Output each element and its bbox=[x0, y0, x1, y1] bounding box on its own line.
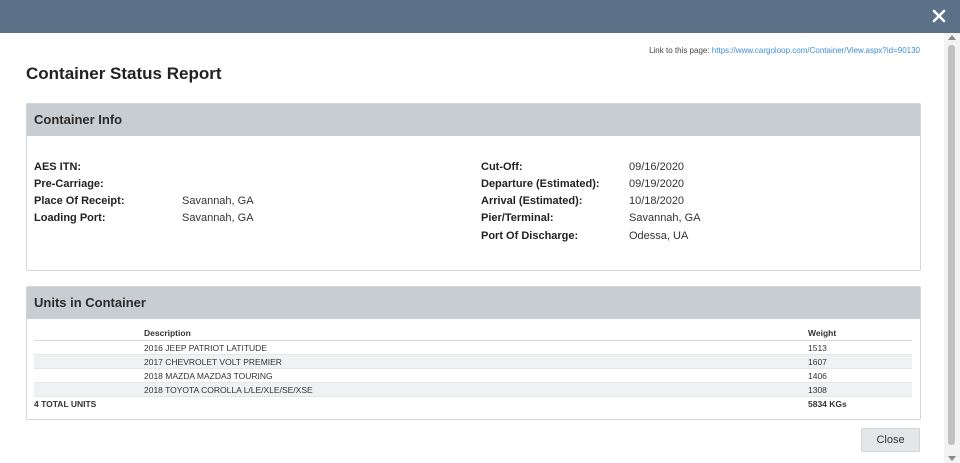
close-x-icon[interactable] bbox=[930, 7, 948, 25]
table-row: 2017 CHEVROLET VOLT PREMIER 1607 bbox=[34, 354, 912, 369]
row-spacer bbox=[34, 368, 144, 383]
info-label: Pier/Terminal: bbox=[481, 212, 554, 224]
total-units-label: 4 TOTAL UNITS bbox=[34, 398, 97, 409]
page-link-label: Link to this page: bbox=[649, 46, 710, 55]
scroll-down-icon[interactable] bbox=[948, 456, 956, 461]
units-table: Description Weight 2016 JEEP PATRIOT LAT… bbox=[34, 325, 912, 410]
info-label: AES ITN: bbox=[34, 161, 82, 173]
info-value: Savannah, GA bbox=[629, 212, 701, 224]
info-label: Place Of Receipt: bbox=[34, 195, 125, 207]
info-value: Savannah, GA bbox=[182, 212, 254, 224]
unit-description: 2016 JEEP PATRIOT LATITUDE bbox=[144, 340, 808, 355]
unit-weight: 1308 bbox=[808, 382, 912, 397]
description-header: Description bbox=[144, 325, 808, 341]
scroll-thumb[interactable] bbox=[948, 45, 955, 445]
unit-weight: 1607 bbox=[808, 354, 912, 369]
info-label: Pre-Carriage: bbox=[34, 178, 104, 190]
container-info-heading: Container Info bbox=[27, 104, 920, 136]
unit-description: 2018 MAZDA MAZDA3 TOURING bbox=[144, 368, 808, 383]
row-spacer bbox=[34, 382, 144, 397]
info-label: Cut-Off: bbox=[481, 161, 523, 173]
info-label: Arrival (Estimated): bbox=[481, 195, 583, 207]
total-weight: 5834 KGs bbox=[808, 398, 847, 409]
scroll-up-icon[interactable] bbox=[948, 35, 956, 40]
modal-header bbox=[0, 0, 960, 33]
table-row: 2016 JEEP PATRIOT LATITUDE 1513 bbox=[34, 340, 912, 355]
container-info-panel: Container Info AES ITN: Pre-Carriage: Pl… bbox=[26, 103, 921, 271]
weight-header: Weight bbox=[808, 325, 912, 341]
info-label: Loading Port: bbox=[34, 212, 106, 224]
vertical-scrollbar[interactable] bbox=[944, 33, 960, 463]
row-spacer bbox=[34, 340, 144, 355]
info-value: 10/18/2020 bbox=[629, 195, 685, 207]
row-spacer bbox=[34, 354, 144, 369]
unit-weight: 1406 bbox=[808, 368, 912, 383]
info-value: Savannah, GA bbox=[182, 195, 254, 207]
units-panel: Units in Container Description Weight 20… bbox=[26, 286, 921, 420]
info-value: 09/19/2020 bbox=[629, 178, 685, 190]
page-link-url[interactable]: https://www.cargoloop.com/Container/View… bbox=[712, 46, 920, 55]
close-button[interactable]: Close bbox=[861, 428, 920, 452]
page-title: Container Status Report bbox=[26, 64, 222, 83]
units-heading: Units in Container bbox=[27, 287, 920, 319]
info-value: Odessa, UA bbox=[629, 230, 689, 242]
table-row: 2018 MAZDA MAZDA3 TOURING 1406 bbox=[34, 368, 912, 383]
table-row: 2018 TOYOTA COROLLA L/LE/XLE/SE/XSE 1308 bbox=[34, 382, 912, 397]
info-label: Port Of Discharge: bbox=[481, 230, 579, 242]
table-total-row: 4 TOTAL UNITS 5834 KGs bbox=[34, 397, 912, 411]
info-value: 09/16/2020 bbox=[629, 161, 685, 173]
unit-description: 2018 TOYOTA COROLLA L/LE/XLE/SE/XSE bbox=[144, 382, 808, 397]
spacer-header bbox=[34, 325, 144, 341]
modal-body: Link to this page: https://www.cargoloop… bbox=[0, 33, 944, 463]
unit-weight: 1513 bbox=[808, 340, 912, 355]
unit-description: 2017 CHEVROLET VOLT PREMIER bbox=[144, 354, 808, 369]
page-link-line: Link to this page: https://www.cargoloop… bbox=[649, 46, 920, 55]
table-header-row: Description Weight bbox=[34, 325, 912, 341]
info-label: Departure (Estimated): bbox=[481, 178, 600, 190]
